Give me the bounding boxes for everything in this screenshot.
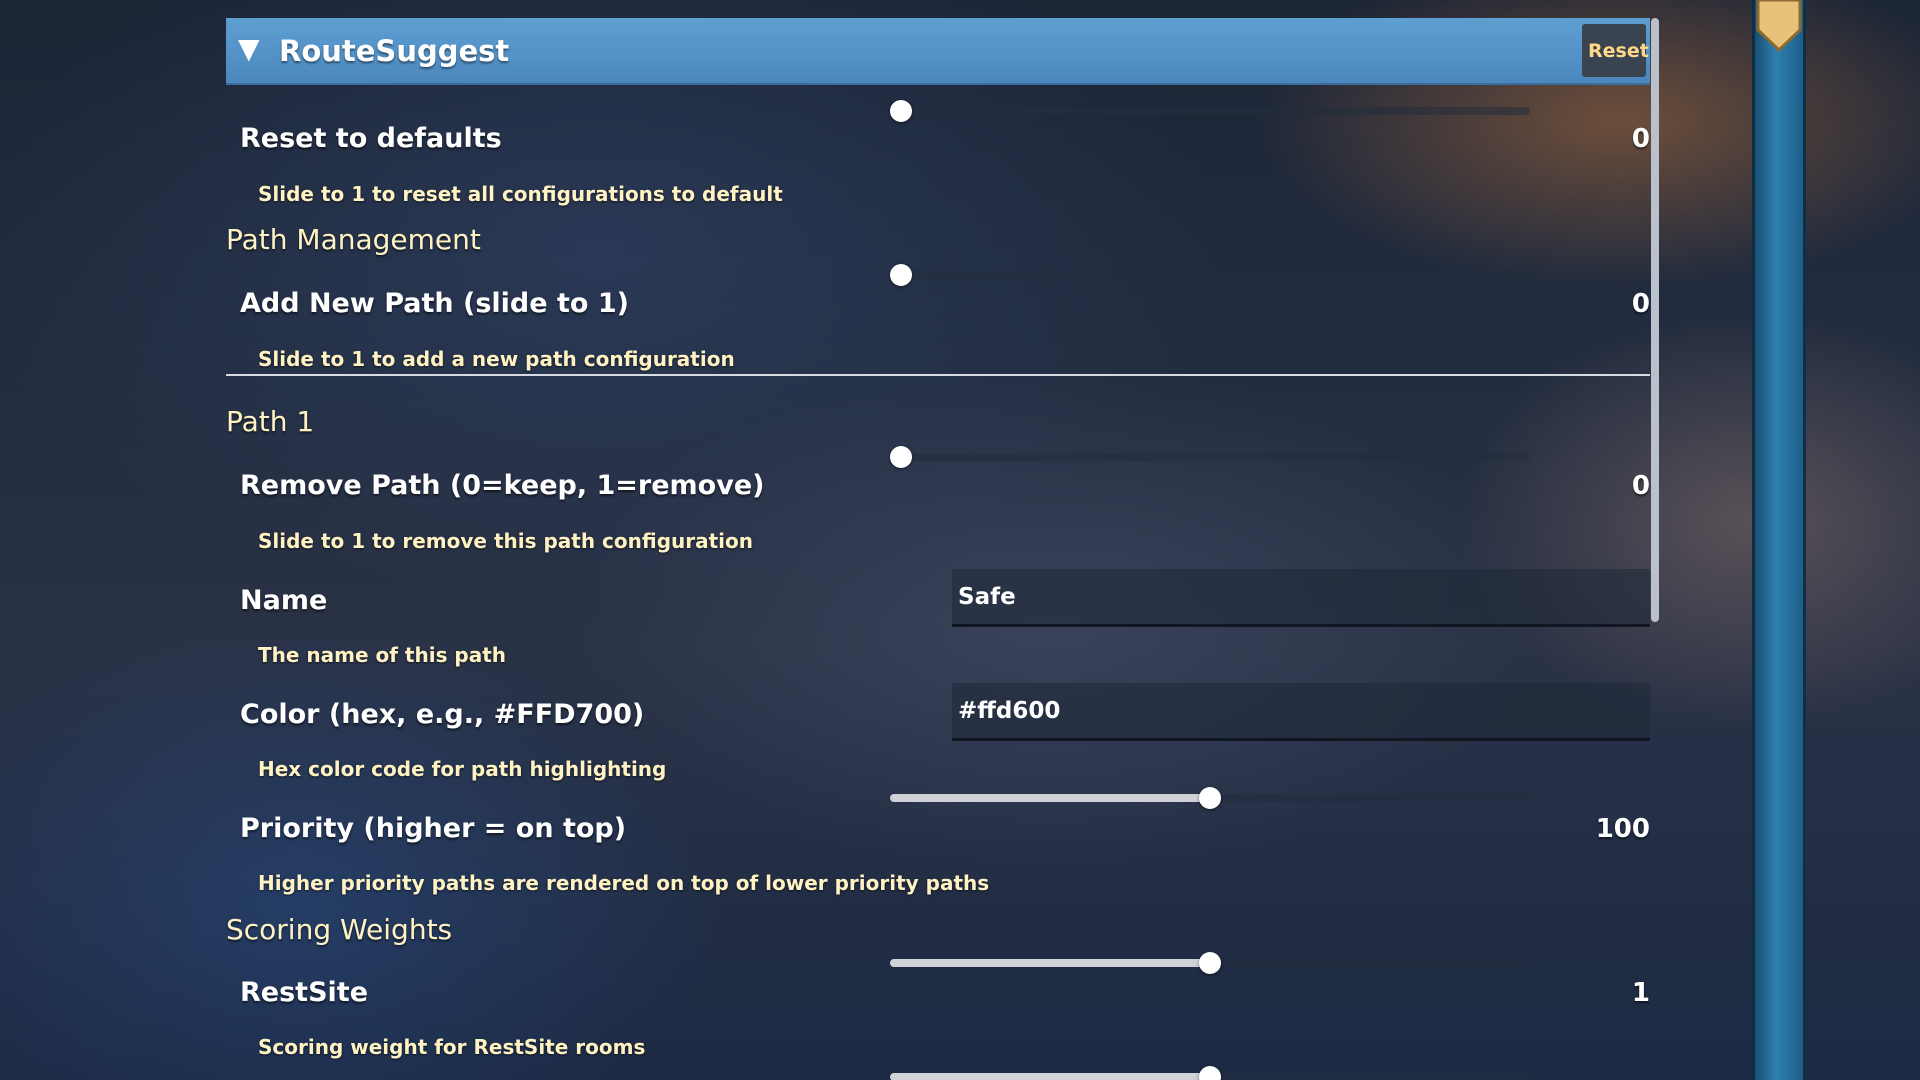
section-path-management: Path Management xyxy=(226,223,481,256)
priority-label: Priority (higher = on top) xyxy=(240,813,627,844)
slider-thumb[interactable] xyxy=(890,264,912,286)
reset-defaults-slider[interactable] xyxy=(890,100,1530,122)
restsite-description: Scoring weight for RestSite rooms xyxy=(258,1035,646,1059)
path-name-input[interactable] xyxy=(952,569,1650,627)
remove-path-label: Remove Path (0=keep, 1=remove) xyxy=(240,470,765,501)
restsite-slider[interactable] xyxy=(890,952,1530,974)
slider-thumb[interactable] xyxy=(890,446,912,468)
remove-path-description: Slide to 1 to remove this path configura… xyxy=(258,529,753,553)
restsite-value: 1 xyxy=(1631,978,1650,1008)
priority-description: Higher priority paths are rendered on to… xyxy=(258,871,990,895)
remove-path-value: 0 xyxy=(1631,471,1650,501)
add-new-path-value: 0 xyxy=(1631,289,1650,319)
path-color-input[interactable] xyxy=(952,683,1650,741)
path-name-description: The name of this path xyxy=(258,643,507,667)
add-new-path-label: Add New Path (slide to 1) xyxy=(240,288,629,319)
reset-defaults-value: 0 xyxy=(1631,124,1650,154)
path-name-label: Name xyxy=(240,585,328,616)
remove-path-slider[interactable] xyxy=(890,446,1530,468)
path-color-label: Color (hex, e.g., #FFD700) xyxy=(240,699,645,730)
slider-thumb[interactable] xyxy=(1199,787,1221,809)
slider-thumb[interactable] xyxy=(1199,1066,1221,1080)
mod-header[interactable]: ▼ RouteSuggest Reset xyxy=(226,18,1650,85)
side-banner xyxy=(1752,0,1806,1080)
add-new-path-slider[interactable] xyxy=(890,264,1530,286)
reset-button[interactable]: Reset xyxy=(1582,24,1649,77)
next-weight-slider[interactable] xyxy=(890,1066,1530,1080)
reset-defaults-description: Slide to 1 to reset all configurations t… xyxy=(258,182,783,206)
priority-slider[interactable] xyxy=(890,787,1530,809)
mod-title: RouteSuggest xyxy=(279,34,510,68)
restsite-label: RestSite xyxy=(240,977,368,1008)
slider-thumb[interactable] xyxy=(1199,952,1221,974)
priority-value: 100 xyxy=(1595,814,1650,844)
reset-defaults-label: Reset to defaults xyxy=(240,123,502,154)
settings-panel: ▼ RouteSuggest Reset Reset to defaults 0… xyxy=(226,18,1650,1080)
triangle-down-icon[interactable]: ▼ xyxy=(238,34,260,64)
section-divider xyxy=(226,374,1650,376)
panel-scrollbar[interactable] xyxy=(1651,18,1659,622)
slider-thumb[interactable] xyxy=(890,100,912,122)
path-color-description: Hex color code for path highlighting xyxy=(258,757,667,781)
section-scoring-weights: Scoring Weights xyxy=(226,913,453,946)
add-new-path-description: Slide to 1 to add a new path configurati… xyxy=(258,347,735,371)
section-path-1: Path 1 xyxy=(226,405,315,438)
shield-marker-icon xyxy=(1756,0,1802,52)
